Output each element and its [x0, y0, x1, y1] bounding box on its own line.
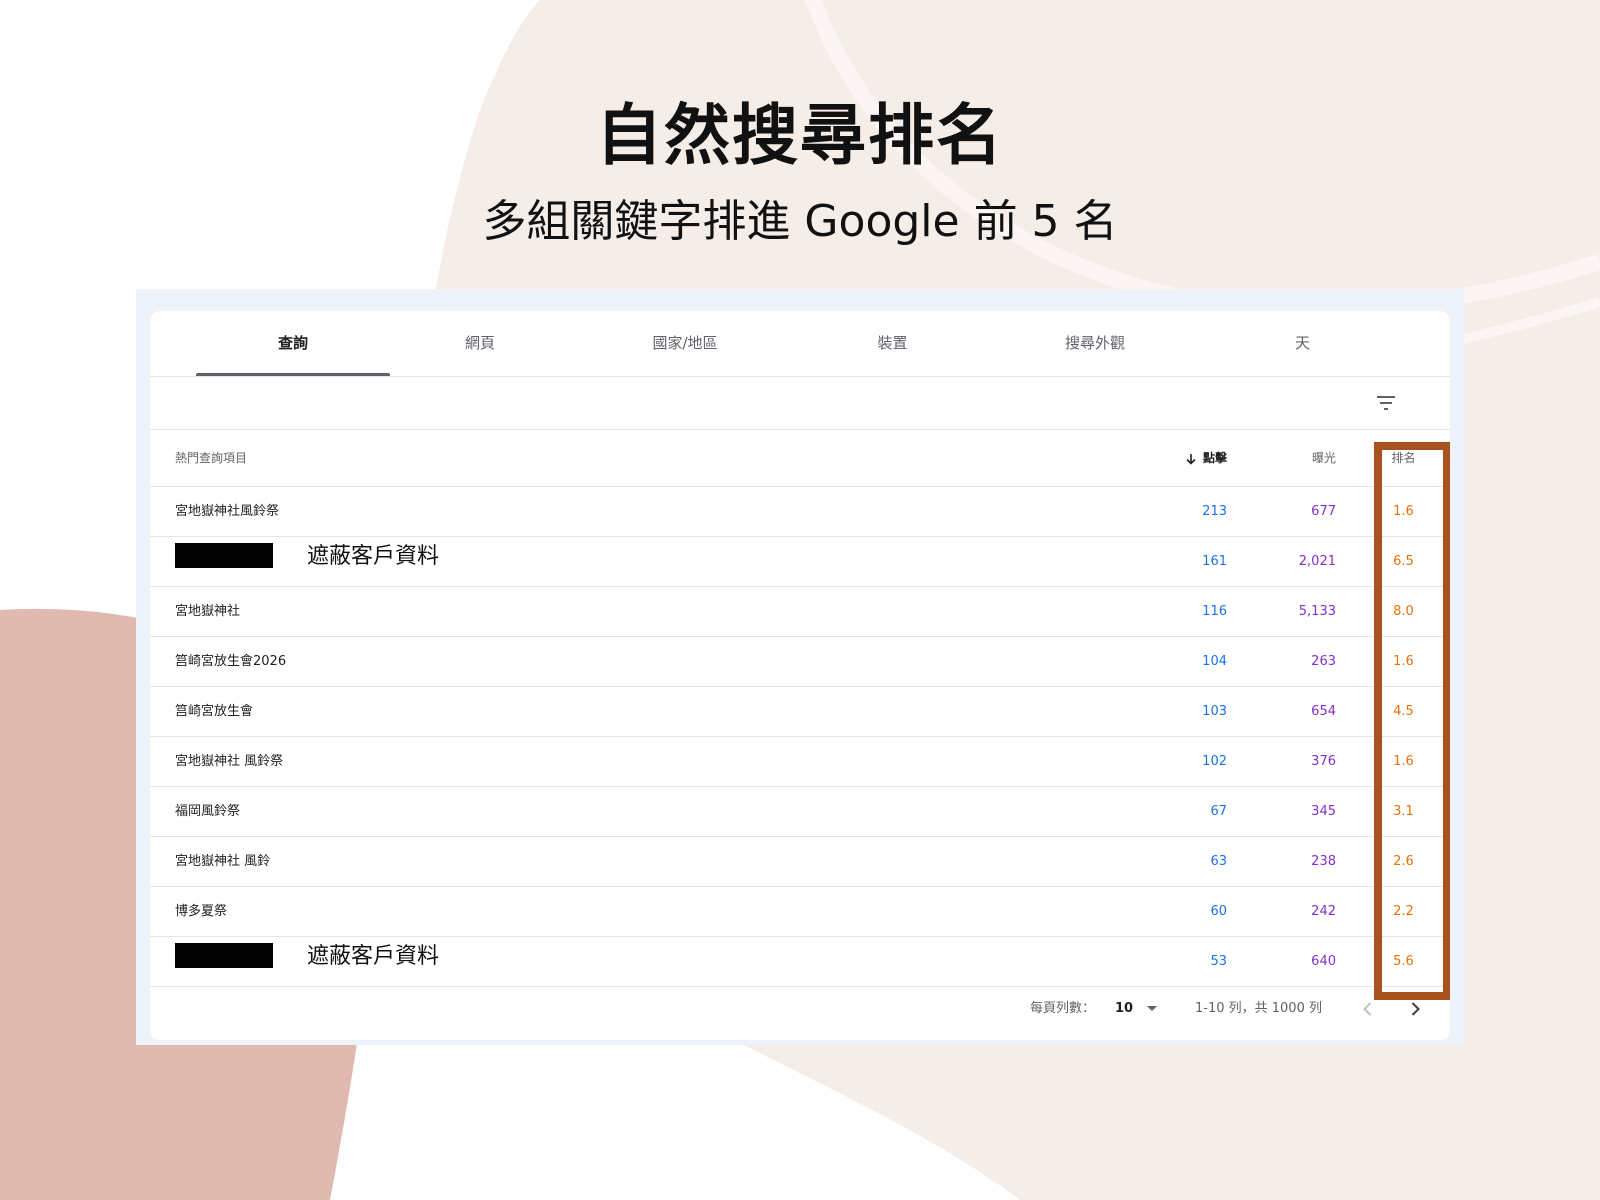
impressions-cell: 376: [1311, 754, 1336, 769]
table-row[interactable]: 筥崎宮放生會 103 654 4.5: [150, 687, 1450, 737]
table-header: 熱門查詢項目 點擊 曝光 排名: [150, 430, 1450, 487]
impressions-cell: 2,021: [1298, 554, 1336, 569]
impressions-cell: 654: [1311, 704, 1336, 719]
query-cell: 福岡風鈴祭: [175, 804, 241, 819]
column-header-clicks[interactable]: 點擊: [1170, 430, 1227, 486]
tab-dates[interactable]: 天: [1210, 311, 1395, 376]
position-cell: 8.0: [1393, 604, 1414, 619]
impressions-cell: 677: [1311, 504, 1336, 519]
query-cell: 博多夏祭: [175, 904, 228, 919]
query-cell: 宮地嶽神社 風鈴: [175, 854, 271, 869]
position-cell: 3.1: [1393, 804, 1414, 819]
impressions-cell: 242: [1311, 904, 1336, 919]
position-cell: 2.2: [1393, 904, 1414, 919]
impressions-cell: 238: [1311, 854, 1336, 869]
caret-down-icon[interactable]: [1146, 1005, 1158, 1013]
position-cell: 6.5: [1393, 554, 1414, 569]
query-cell: 宮地嶽神社: [175, 604, 241, 619]
query-cell: 宮地嶽神社風鈴祭: [175, 504, 280, 519]
slide-title: 自然搜尋排名: [596, 97, 1004, 174]
pagination-bar: 每頁列數： 10 1-10 列，共 1000 列: [150, 981, 1450, 1037]
query-cell: 宮地嶽神社 風鈴祭: [175, 754, 284, 769]
redaction-label: 遮蔽客戶資料: [307, 544, 440, 569]
query-cell: 筥崎宮放生會2026: [175, 654, 287, 669]
rows-per-page-select[interactable]: 10: [1115, 981, 1133, 1037]
search-console-panel: 查詢 網頁 國家/地區 裝置 搜尋外觀 天 熱門查詢項目 點擊 曝光 排名 宮地…: [136, 289, 1464, 1045]
redaction-label: 遮蔽客戶資料: [307, 944, 440, 969]
tab-devices[interactable]: 裝置: [800, 311, 985, 376]
table-row[interactable]: 福岡風鈴祭 67 345 3.1: [150, 787, 1450, 837]
table-row[interactable]: 宮地嶽神社 116 5,133 8.0: [150, 587, 1450, 637]
impressions-cell: 640: [1311, 954, 1336, 969]
slide-subtitle: 多組關鍵字排進 Google 前 5 名: [482, 196, 1118, 247]
tab-search-appearance[interactable]: 搜尋外觀: [1000, 311, 1190, 376]
table-row[interactable]: 宮地嶽神社 風鈴 63 238 2.6: [150, 837, 1450, 887]
table-row[interactable]: 博多夏祭 60 242 2.2: [150, 887, 1450, 937]
table-row[interactable]: 筥崎宮放生會2026 104 263 1.6: [150, 637, 1450, 687]
table-body: 宮地嶽神社風鈴祭 213 677 1.6 遮蔽客戶資料 161 2,021 6.…: [150, 487, 1450, 987]
chevron-left-icon[interactable]: [1358, 999, 1378, 1019]
position-cell: 4.5: [1393, 704, 1414, 719]
redaction-box: [175, 943, 273, 968]
table-row[interactable]: 宮地嶽神社 風鈴祭 102 376 1.6: [150, 737, 1450, 787]
chevron-right-icon[interactable]: [1405, 999, 1425, 1019]
column-header-clicks-label: 點擊: [1202, 451, 1227, 465]
column-header-query: 熱門查詢項目: [175, 451, 248, 465]
redaction-box: [175, 543, 273, 568]
filter-icon[interactable]: [1370, 387, 1402, 419]
query-cell: 筥崎宮放生會: [175, 704, 254, 719]
position-cell: 5.6: [1393, 954, 1414, 969]
position-cell: 1.6: [1393, 654, 1414, 669]
rows-per-page-label: 每頁列數：: [1030, 1001, 1096, 1016]
column-header-impressions[interactable]: 曝光: [1250, 430, 1336, 486]
tab-pages[interactable]: 網頁: [390, 311, 570, 376]
column-header-position[interactable]: 排名: [1360, 430, 1447, 486]
performance-card: 查詢 網頁 國家/地區 裝置 搜尋外觀 天 熱門查詢項目 點擊 曝光 排名 宮地…: [150, 311, 1450, 1040]
table-row[interactable]: 遮蔽客戶資料 161 2,021 6.5: [150, 537, 1450, 587]
page-range-text: 1-10 列，共 1000 列: [1195, 1001, 1322, 1016]
impressions-cell: 345: [1311, 804, 1336, 819]
table-row[interactable]: 宮地嶽神社風鈴祭 213 677 1.6: [150, 487, 1450, 537]
active-tab-indicator: [196, 373, 390, 376]
impressions-cell: 263: [1311, 654, 1336, 669]
position-cell: 2.6: [1393, 854, 1414, 869]
impressions-cell: 5,133: [1298, 604, 1336, 619]
table-toolbar: [150, 377, 1450, 430]
arrow-down-icon: [1186, 453, 1196, 465]
position-cell: 1.6: [1393, 754, 1414, 769]
position-cell: 1.6: [1393, 504, 1414, 519]
tab-queries[interactable]: 查詢: [196, 311, 390, 376]
dimension-tabs: 查詢 網頁 國家/地區 裝置 搜尋外觀 天: [150, 311, 1450, 377]
tab-countries[interactable]: 國家/地區: [590, 311, 780, 376]
table-row[interactable]: 遮蔽客戶資料 53 640 5.6: [150, 937, 1450, 987]
